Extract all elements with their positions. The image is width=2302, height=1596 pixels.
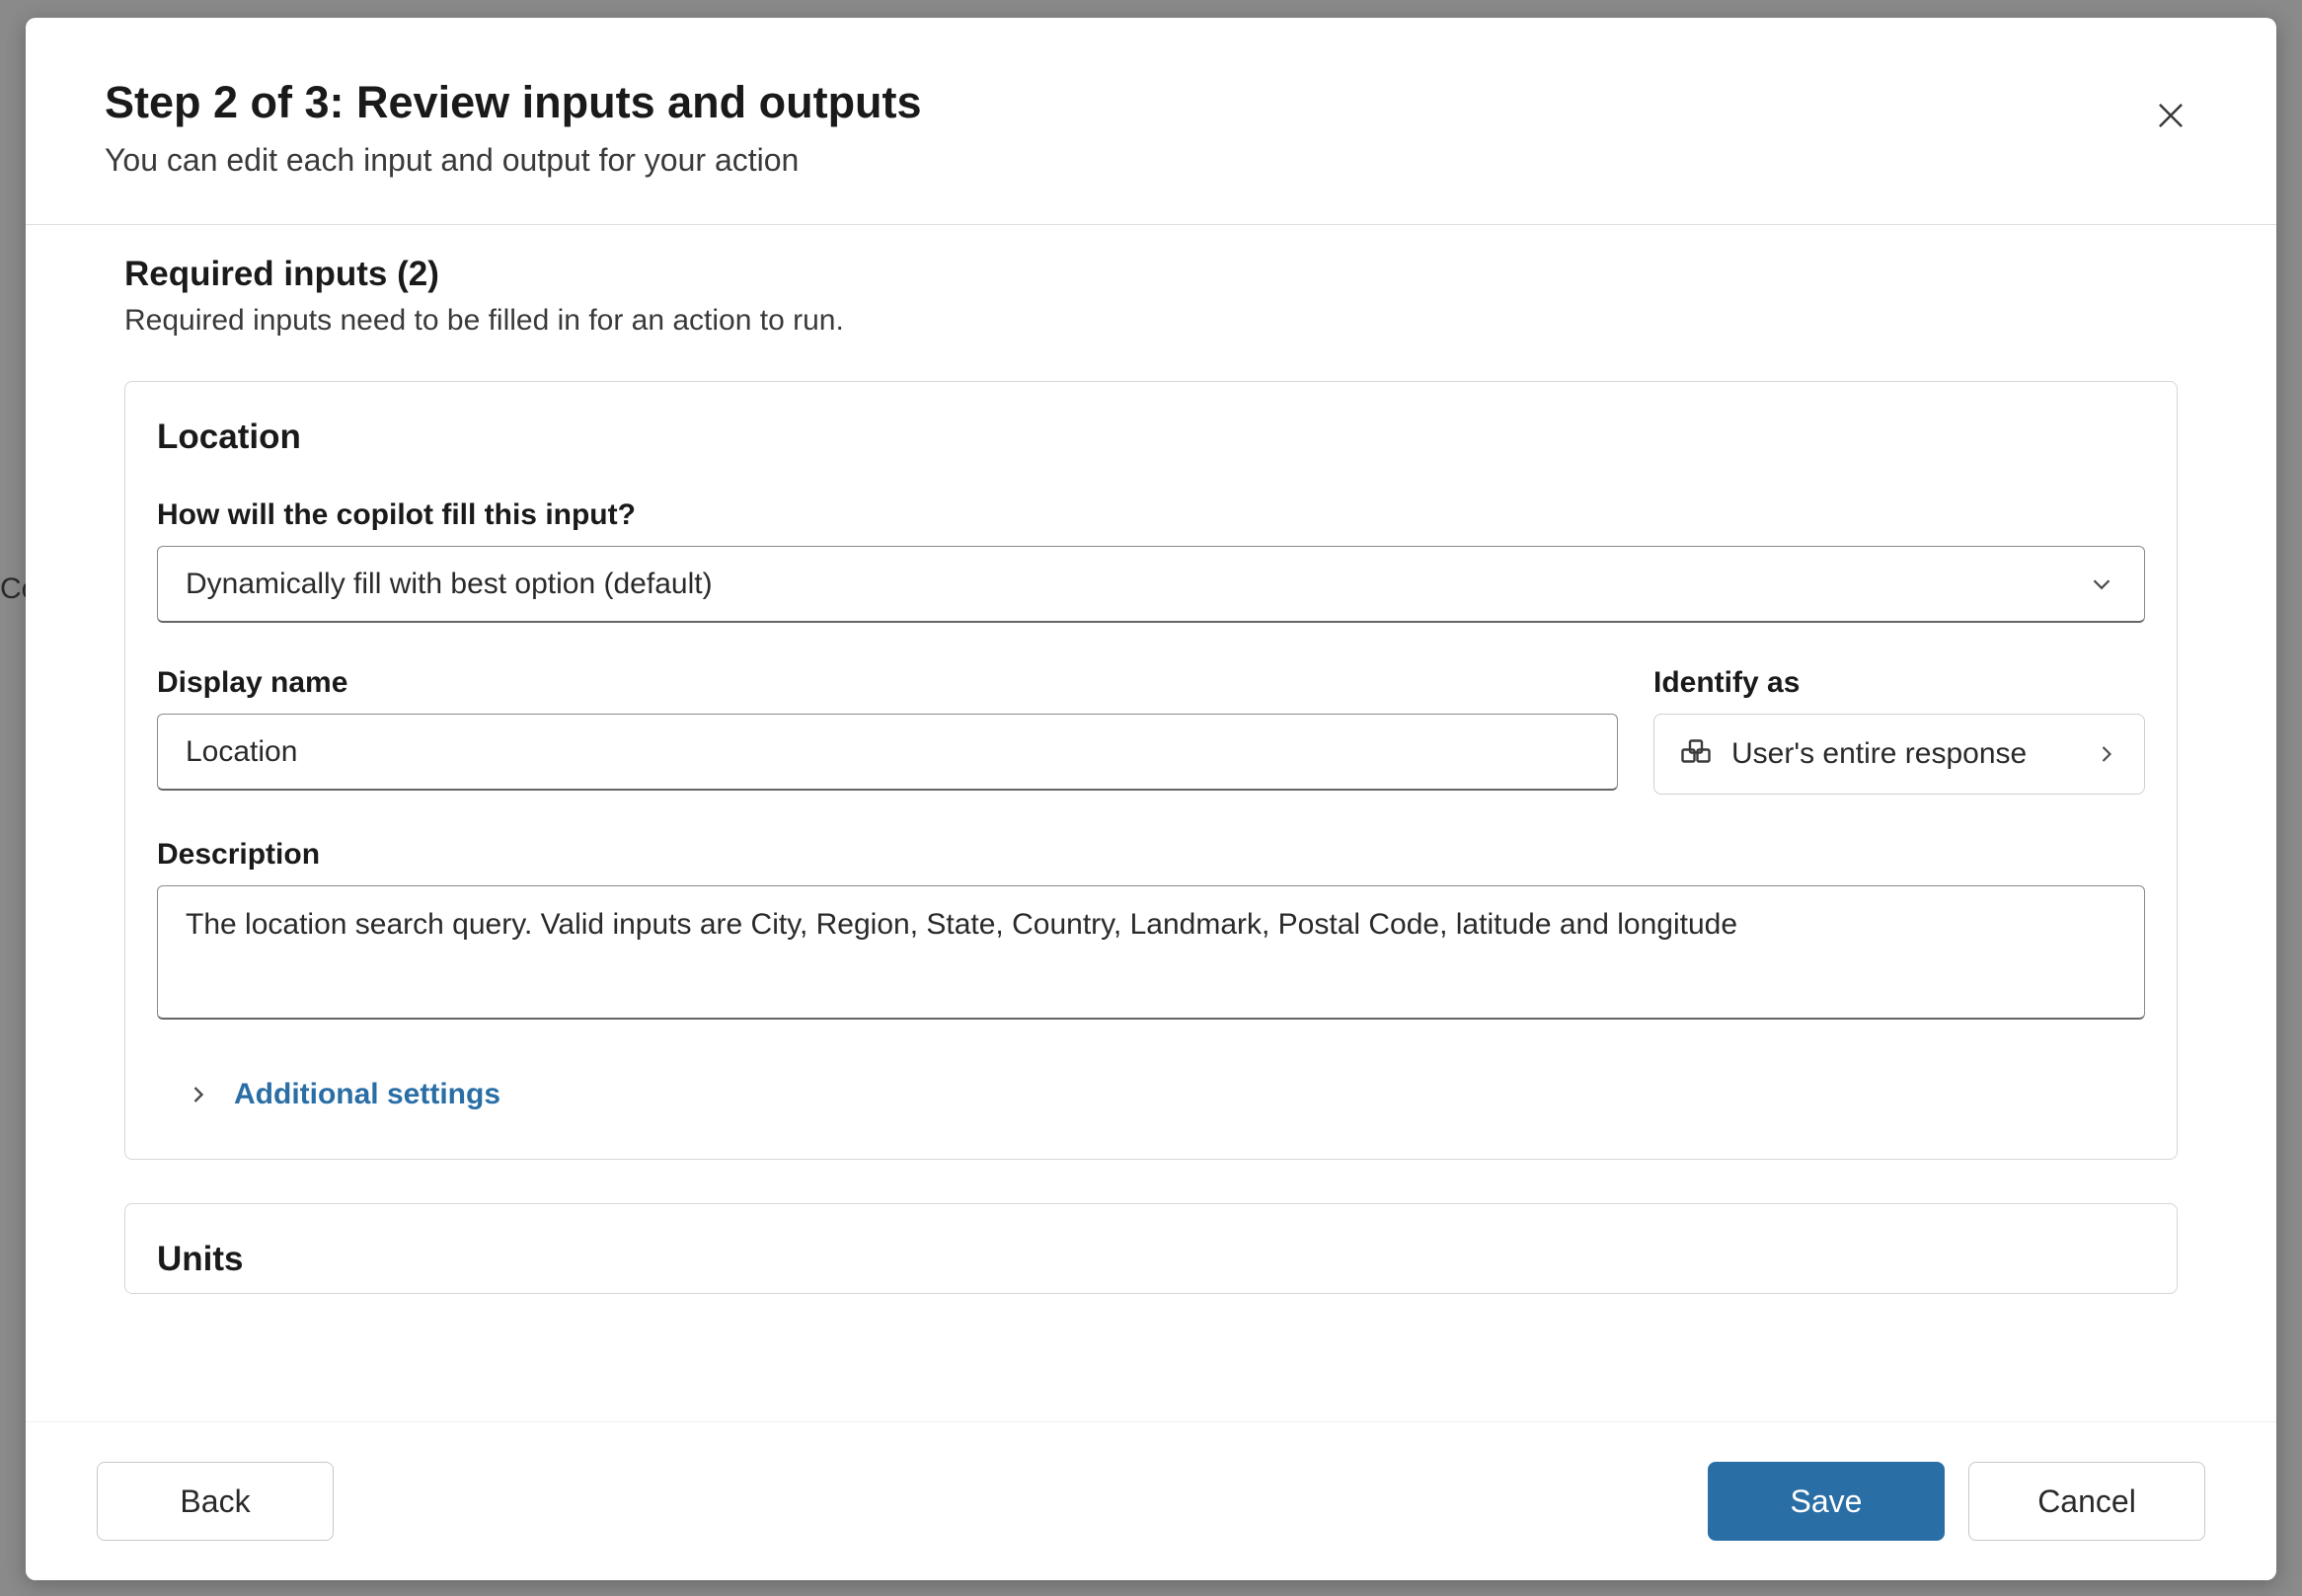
- fill-input-label: How will the copilot fill this input?: [157, 498, 2145, 532]
- modal-title: Step 2 of 3: Review inputs and outputs: [105, 77, 922, 128]
- modal-footer: Back Save Cancel: [26, 1421, 2276, 1580]
- display-name-label: Display name: [157, 666, 1618, 700]
- save-button[interactable]: Save: [1708, 1462, 1945, 1541]
- chevron-down-icon: [2087, 570, 2116, 599]
- footer-right-buttons: Save Cancel: [1708, 1462, 2205, 1541]
- close-icon: [2152, 97, 2189, 134]
- cancel-button[interactable]: Cancel: [1968, 1462, 2205, 1541]
- display-identify-row: Display name Identify as User's entire r…: [157, 666, 2145, 795]
- input-card-title: Units: [157, 1240, 2145, 1279]
- identify-as-picker[interactable]: User's entire response: [1653, 714, 2145, 795]
- required-inputs-section-header: Required inputs (2) Required inputs need…: [124, 255, 2178, 338]
- close-button[interactable]: [2144, 89, 2197, 145]
- back-button[interactable]: Back: [97, 1462, 334, 1541]
- identify-as-group: Identify as User's entire response: [1653, 666, 2145, 795]
- description-group: Description: [157, 838, 2145, 1025]
- entity-icon: [1678, 736, 1714, 772]
- additional-settings-label: Additional settings: [234, 1078, 500, 1111]
- input-card-location: Location How will the copilot fill this …: [124, 381, 2178, 1160]
- display-name-group: Display name: [157, 666, 1618, 795]
- fill-input-select-value: Dynamically fill with best option (defau…: [186, 568, 713, 601]
- section-subtitle: Required inputs need to be filled in for…: [124, 304, 2178, 338]
- review-inputs-modal: Step 2 of 3: Review inputs and outputs Y…: [26, 18, 2276, 1580]
- input-card-title: Location: [157, 418, 2145, 457]
- description-label: Description: [157, 838, 2145, 872]
- fill-input-select[interactable]: Dynamically fill with best option (defau…: [157, 546, 2145, 623]
- additional-settings-toggle[interactable]: Additional settings: [185, 1078, 500, 1111]
- section-title: Required inputs (2): [124, 255, 2178, 294]
- description-input[interactable]: [157, 885, 2145, 1020]
- modal-header: Step 2 of 3: Review inputs and outputs Y…: [26, 18, 2276, 225]
- identify-as-value: User's entire response: [1731, 737, 2075, 771]
- input-card-units: Units: [124, 1203, 2178, 1294]
- modal-body: Required inputs (2) Required inputs need…: [26, 225, 2276, 1421]
- modal-header-text: Step 2 of 3: Review inputs and outputs Y…: [105, 77, 922, 179]
- identify-as-label: Identify as: [1653, 666, 2145, 700]
- modal-subtitle: You can edit each input and output for y…: [105, 142, 922, 179]
- chevron-right-icon: [2093, 740, 2120, 768]
- chevron-right-icon: [185, 1081, 212, 1108]
- display-name-input[interactable]: [157, 714, 1618, 791]
